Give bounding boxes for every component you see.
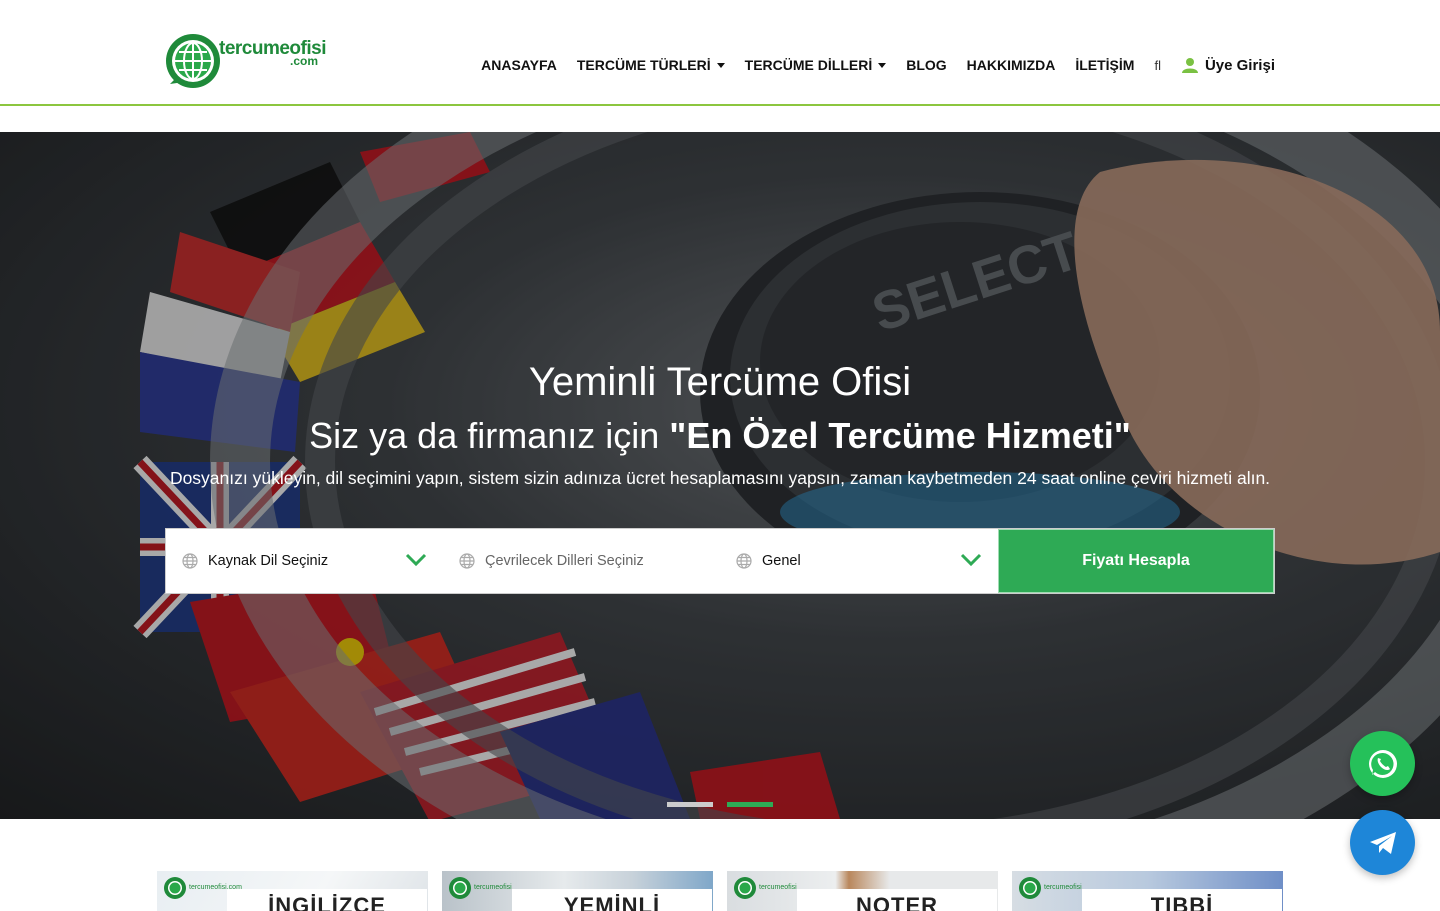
- hero-subtitle: Siz ya da firmanız için "En Özel Tercüme…: [0, 415, 1440, 457]
- card-brand: tercumeofisi: [1044, 884, 1082, 891]
- calculate-price-button[interactable]: Fiyatı Hesapla: [998, 529, 1274, 593]
- globe-icon: [459, 553, 475, 569]
- hero-slider: SELECT Yeminli Tercüme Ofisi Siz ya da f…: [0, 132, 1440, 819]
- nav-translation-types-label: TERCÜME TÜRLERİ: [576, 57, 711, 73]
- chevron-down-icon: [960, 553, 982, 567]
- nav-about[interactable]: HAKKIMIZDA: [967, 57, 1056, 73]
- nav-blog[interactable]: BLOG: [906, 57, 946, 73]
- whatsapp-icon: [1368, 749, 1397, 778]
- login-label: Üye Girişi: [1204, 56, 1275, 74]
- globe-logo-icon: [734, 877, 756, 899]
- hero-description: Dosyanızı yükleyin, dil seçimini yapın, …: [169, 468, 1271, 488]
- slider-pagination: [667, 802, 773, 807]
- nav-blog-label: BLOG: [906, 57, 947, 73]
- target-languages-placeholder: Çevrilecek Dilleri Seçiniz: [485, 553, 644, 569]
- card-title: NOTER: [797, 889, 997, 911]
- chevron-down-icon: [405, 553, 427, 567]
- user-icon: [1181, 58, 1198, 73]
- globe-icon: [182, 553, 198, 569]
- card-brand: tercumeofisi: [474, 884, 512, 891]
- caret-down-icon: [878, 62, 887, 68]
- slider-dot-2[interactable]: [727, 802, 773, 807]
- missing-glyph-icon: fl: [1154, 57, 1161, 73]
- nav-contact[interactable]: İLETİŞİM: [1075, 57, 1134, 73]
- telegram-icon: [1369, 831, 1396, 854]
- nav-translation-languages[interactable]: TERCÜME DİLLERİ: [745, 57, 887, 73]
- category-select[interactable]: Genel: [720, 529, 998, 593]
- category-value: Genel: [762, 553, 801, 569]
- card-title: İNGİLİZCE: [227, 889, 427, 911]
- globe-logo-icon: [166, 34, 220, 88]
- main-nav: ANASAYFA TERCÜME TÜRLERİ TERCÜME DİLLERİ…: [481, 56, 1275, 74]
- service-card[interactable]: tercumeofisi NOTER: [727, 871, 998, 911]
- globe-logo-icon: [164, 877, 186, 899]
- login-link[interactable]: Üye Girişi: [1181, 56, 1275, 74]
- service-cards: tercumeofisi.com İNGİLİZCE tercumeofisi …: [157, 871, 1283, 911]
- telegram-button[interactable]: [1350, 810, 1415, 875]
- service-card[interactable]: tercumeofisi TIBBİ: [1012, 871, 1283, 911]
- card-title: TIBBİ: [1082, 889, 1282, 911]
- target-languages-select[interactable]: Çevrilecek Dilleri Seçiniz: [443, 529, 720, 593]
- price-calculator-form: Kaynak Dil Seçiniz Çevrilecek Dilleri Se…: [165, 528, 1275, 594]
- site-header: tercumeofisi .com ANASAYFA TERCÜME TÜRLE…: [0, 0, 1440, 106]
- card-title: YEMİNLİ: [512, 889, 712, 911]
- slider-dot-1[interactable]: [667, 802, 713, 807]
- logo-tld: .com: [290, 54, 319, 68]
- whatsapp-button[interactable]: [1350, 731, 1415, 796]
- hero-title: Yeminli Tercüme Ofisi: [528, 360, 912, 404]
- globe-logo-icon: [1019, 877, 1041, 899]
- nav-translation-languages-label: TERCÜME DİLLERİ: [744, 57, 873, 73]
- nav-home-label: ANASAYFA: [481, 57, 557, 73]
- source-language-value: Kaynak Dil Seçiniz: [208, 553, 329, 569]
- caret-down-icon: [716, 62, 725, 68]
- source-language-select[interactable]: Kaynak Dil Seçiniz: [166, 529, 443, 593]
- card-brand: tercumeofisi: [759, 884, 797, 891]
- hero-subtitle-bold: "En Özel Tercüme Hizmeti": [669, 415, 1131, 456]
- nav-translation-types[interactable]: TERCÜME TÜRLERİ: [577, 57, 725, 73]
- service-card[interactable]: tercumeofisi YEMİNLİ: [442, 871, 713, 911]
- nav-contact-label: İLETİŞİM: [1075, 57, 1135, 73]
- globe-logo-icon: [449, 877, 471, 899]
- hero-subtitle-prefix: Siz ya da firmanız için: [309, 415, 670, 456]
- nav-about-label: HAKKIMIZDA: [966, 57, 1056, 73]
- nav-home[interactable]: ANASAYFA: [481, 57, 557, 73]
- site-logo[interactable]: tercumeofisi .com: [164, 32, 326, 92]
- service-card[interactable]: tercumeofisi.com İNGİLİZCE: [157, 871, 428, 911]
- globe-icon: [736, 553, 752, 569]
